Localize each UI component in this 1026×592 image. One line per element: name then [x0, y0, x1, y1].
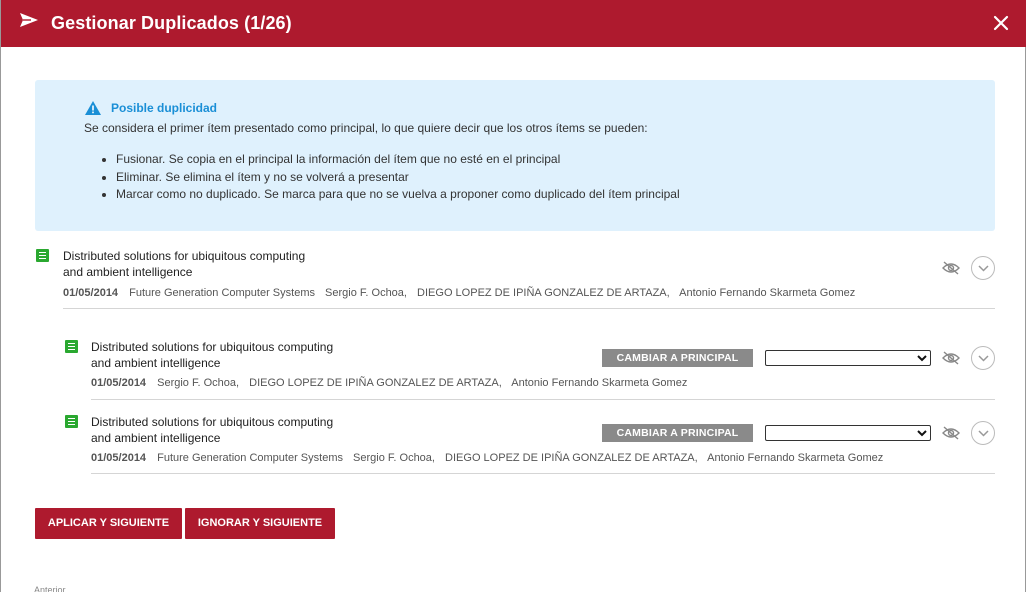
item-journal: Future Generation Computer Systems	[157, 452, 343, 464]
close-icon[interactable]	[992, 14, 1010, 32]
action-select[interactable]	[765, 350, 931, 366]
item-meta: 01/05/2014 Future Generation Computer Sy…	[91, 452, 890, 464]
item-title-line1: Distributed solutions for ubiquitous com…	[91, 415, 334, 429]
item-date: 01/05/2014	[91, 377, 147, 389]
expand-button[interactable]	[971, 421, 995, 445]
chevron-down-icon	[917, 430, 927, 437]
chevron-down-icon	[917, 355, 927, 362]
info-bullet-list: Fusionar. Se copia en el principal la in…	[116, 151, 680, 204]
item-author: Sergio F. Ochoa,	[157, 377, 240, 389]
document-icon	[65, 415, 78, 428]
modal-title: Gestionar Duplicados (1/26)	[51, 13, 292, 33]
item-meta: 01/05/2014 Future Generation Computer Sy…	[63, 287, 862, 299]
duplicate-info-panel: Posible duplicidad Se considera el prime…	[35, 80, 995, 231]
info-bullet-merge: Fusionar. Se copia en el principal la in…	[116, 151, 680, 169]
item-title-line2: and ambient intelligence	[91, 431, 221, 445]
item-author: Antonio Fernando Skarmeta Gomez	[679, 287, 856, 299]
item-title: Distributed solutions for ubiquitous com…	[91, 414, 333, 446]
item-divider	[63, 308, 995, 309]
info-bullet-delete: Eliminar. Se elimina el ítem y no se vol…	[116, 169, 680, 187]
footer-fragment: Anterior	[34, 586, 66, 592]
change-to-principal-button[interactable]: CAMBIAR A PRINCIPAL	[602, 424, 753, 442]
item-author: DIEGO LOPEZ DE IPIÑA GONZALEZ DE ARTAZA,	[249, 377, 502, 389]
expand-button[interactable]	[971, 256, 995, 280]
chevron-down-icon	[978, 265, 989, 272]
modal-header: Gestionar Duplicados (1/26)	[1, 0, 1026, 47]
item-journal: Future Generation Computer Systems	[129, 287, 315, 299]
item-author: Antonio Fernando Skarmeta Gomez	[707, 452, 884, 464]
document-icon	[36, 249, 49, 262]
item-title: Distributed solutions for ubiquitous com…	[63, 248, 305, 280]
item-author: DIEGO LOPEZ DE IPIÑA GONZALEZ DE ARTAZA,	[445, 452, 698, 464]
duplicates-modal: Gestionar Duplicados (1/26) Posible dupl…	[0, 0, 1026, 592]
info-bullet-not-duplicate: Marcar como no duplicado. Se marca para …	[116, 186, 680, 204]
chevron-down-icon	[978, 430, 989, 437]
item-author: Antonio Fernando Skarmeta Gomez	[511, 377, 688, 389]
chevron-down-icon	[978, 355, 989, 362]
item-divider	[91, 399, 995, 400]
item-divider	[91, 473, 995, 474]
item-author: DIEGO LOPEZ DE IPIÑA GONZALEZ DE ARTAZA,	[417, 287, 670, 299]
warning-icon	[85, 101, 101, 115]
item-meta: 01/05/2014 Sergio F. Ochoa, DIEGO LOPEZ …	[91, 377, 694, 389]
item-title-line2: and ambient intelligence	[91, 356, 221, 370]
ignore-and-next-button[interactable]: IGNORAR Y SIGUIENTE	[185, 508, 335, 539]
info-title: Posible duplicidad	[111, 101, 218, 115]
item-title-line1: Distributed solutions for ubiquitous com…	[63, 249, 306, 263]
change-to-principal-button[interactable]: CAMBIAR A PRINCIPAL	[602, 349, 753, 367]
item-title-line1: Distributed solutions for ubiquitous com…	[91, 340, 334, 354]
item-date: 01/05/2014	[63, 287, 119, 299]
item-author: Sergio F. Ochoa,	[325, 287, 407, 299]
item-title: Distributed solutions for ubiquitous com…	[91, 339, 333, 371]
expand-button[interactable]	[971, 346, 995, 370]
item-title-line2: and ambient intelligence	[63, 265, 193, 279]
apply-and-next-button[interactable]: APLICAR Y SIGUIENTE	[35, 508, 182, 539]
eye-off-icon[interactable]	[942, 426, 960, 440]
eye-off-icon[interactable]	[942, 261, 960, 275]
document-icon	[65, 340, 78, 353]
info-description: Se considera el primer ítem presentado c…	[84, 121, 648, 135]
eye-off-icon[interactable]	[942, 351, 960, 365]
item-date: 01/05/2014	[91, 452, 147, 464]
item-author: Sergio F. Ochoa,	[353, 452, 435, 464]
send-icon	[20, 13, 38, 27]
action-select[interactable]	[765, 425, 931, 441]
